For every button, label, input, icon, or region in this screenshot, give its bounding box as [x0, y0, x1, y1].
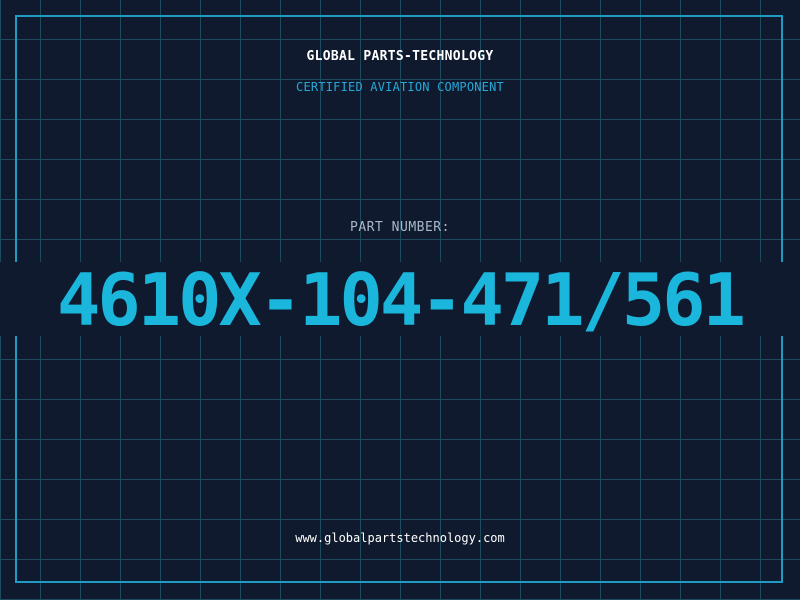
part-number-label: PART NUMBER:: [350, 220, 450, 235]
part-number-value: 4610X-104-471/561: [57, 258, 746, 342]
website-url: www.globalpartstechnology.com: [295, 531, 505, 545]
company-name: GLOBAL PARTS-TECHNOLOGY: [306, 49, 494, 64]
certification-subtitle: CERTIFIED AVIATION COMPONENT: [296, 80, 504, 94]
part-card: GLOBAL PARTS-TECHNOLOGY CERTIFIED AVIATI…: [0, 0, 800, 600]
